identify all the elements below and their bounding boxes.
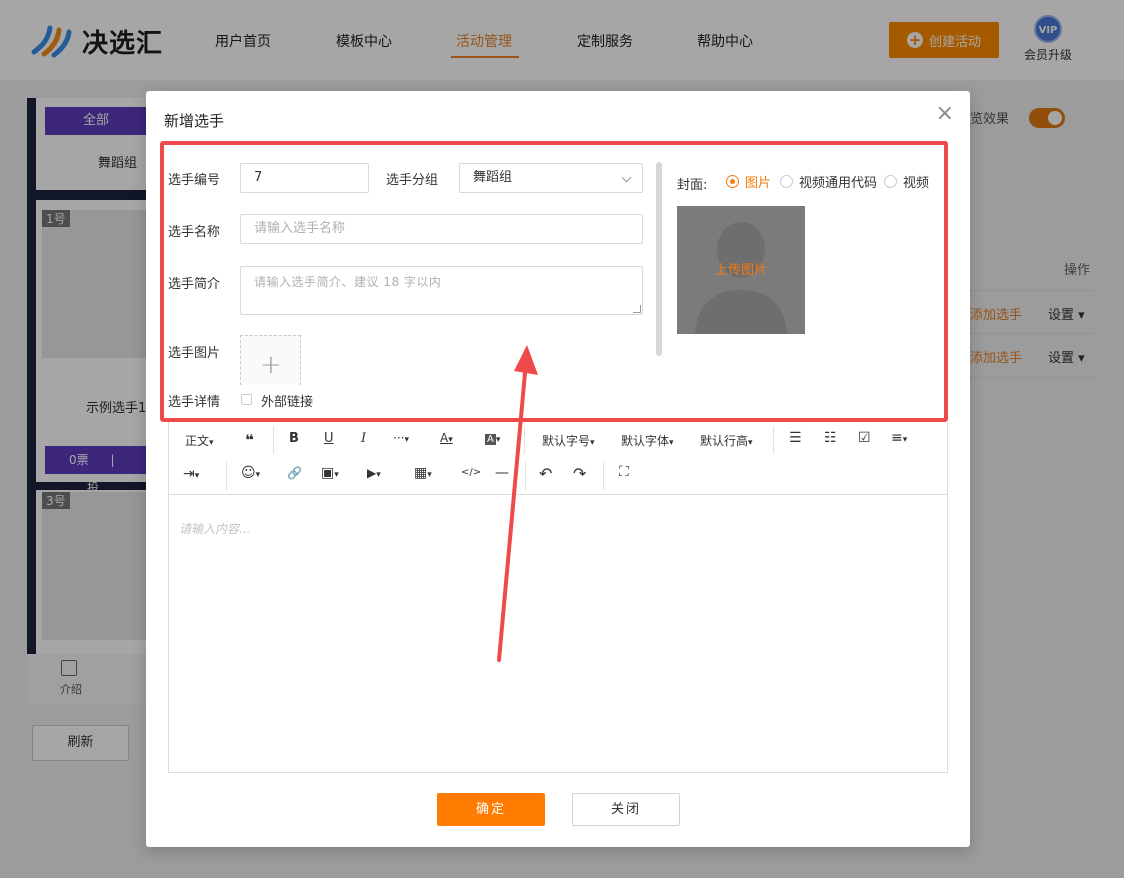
confirm-button[interactable]: 确定: [437, 793, 545, 826]
emoji-glyph: ☺: [241, 465, 256, 481]
align-dropdown-icon[interactable]: ≡▾: [891, 430, 907, 446]
toolbar-separator: [603, 462, 604, 490]
toolbar-separator: [226, 462, 227, 490]
more-format-icon[interactable]: ···▾: [393, 431, 409, 445]
video-glyph: ▶: [367, 466, 377, 480]
emoji-dropdown-icon[interactable]: ☺▾: [241, 465, 260, 481]
bold-icon[interactable]: B: [289, 431, 299, 446]
rich-text-editor: 正文▾ ❝ B U I ···▾ A▾ A ▾ 默认字号▾ 默认字体▾ 默认行高▾…: [168, 422, 948, 773]
close-button[interactable]: 关闭: [572, 793, 680, 826]
dialog-title: 新增选手: [164, 112, 225, 130]
more-format-glyph: ···: [393, 431, 405, 445]
code-icon[interactable]: </>: [461, 467, 481, 478]
redo-icon[interactable]: ↷: [573, 464, 586, 483]
table-glyph: ▦: [414, 465, 428, 481]
toolbar-separator: [525, 462, 526, 490]
font-size-dropdown[interactable]: 默认字号▾: [542, 432, 595, 449]
video-dropdown-icon[interactable]: ▶▾: [367, 466, 381, 480]
divider-icon[interactable]: —: [495, 465, 509, 481]
caret-icon: ▾: [376, 470, 381, 480]
highlight-annotation-box: [160, 141, 948, 422]
background-color-icon[interactable]: A ▾: [485, 431, 500, 445]
line-height-dropdown[interactable]: 默认行高▾: [700, 432, 753, 449]
caret-icon: ▾: [748, 438, 753, 448]
align-glyph: ≡: [891, 430, 903, 446]
caret-icon: ▾: [448, 435, 453, 445]
bg-color-glyph: A: [485, 434, 496, 445]
paragraph-format-label: 正文: [185, 434, 210, 448]
paragraph-format-dropdown[interactable]: 正文▾: [185, 432, 214, 449]
undo-icon[interactable]: ↶: [539, 464, 552, 483]
caret-icon: ▾: [902, 435, 908, 445]
caret-icon: ▾: [669, 438, 674, 448]
caret-icon: ▾: [194, 471, 200, 481]
quote-icon[interactable]: ❝: [245, 431, 254, 449]
todo-list-icon[interactable]: ☑: [858, 430, 871, 446]
font-family-label: 默认字体: [621, 434, 670, 448]
caret-icon: ▾: [255, 470, 261, 480]
fullscreen-icon[interactable]: ⛶: [619, 464, 629, 480]
italic-icon[interactable]: I: [361, 431, 366, 446]
font-size-label: 默认字号: [542, 434, 591, 448]
bullet-list-icon[interactable]: ☰: [789, 430, 802, 446]
image-dropdown-icon[interactable]: ▣▾: [321, 465, 339, 481]
underline-icon[interactable]: U: [324, 431, 334, 446]
indent-glyph: ⇥: [183, 466, 195, 482]
editor-content-area[interactable]: 请输入内容...: [179, 520, 250, 537]
caret-icon: ▾: [427, 470, 432, 480]
toolbar-separator: [273, 426, 274, 454]
add-player-dialog: 新增选手 × 选手编号 7 选手分组 舞蹈组 选手名称 请输入选手名称 选手简介…: [146, 91, 970, 847]
editor-toolbar: 正文▾ ❝ B U I ···▾ A▾ A ▾ 默认字号▾ 默认字体▾ 默认行高▾…: [169, 422, 947, 495]
line-height-label: 默认行高: [700, 434, 749, 448]
font-color-glyph: A: [440, 431, 449, 445]
toolbar-separator: [773, 426, 774, 454]
numbered-list-icon[interactable]: ☷: [824, 430, 837, 446]
caret-icon: ▾: [334, 470, 339, 480]
caret-icon: ▾: [590, 438, 595, 448]
table-dropdown-icon[interactable]: ▦▾: [414, 465, 432, 481]
caret-icon: ▾: [209, 438, 214, 448]
font-color-icon[interactable]: A▾: [440, 431, 453, 445]
font-family-dropdown[interactable]: 默认字体▾: [621, 432, 674, 449]
indent-dropdown-icon[interactable]: ⇥▾: [183, 466, 199, 482]
close-icon[interactable]: ×: [936, 103, 954, 125]
caret-icon: ▾: [404, 435, 409, 445]
caret-icon: ▾: [495, 435, 501, 445]
link-icon[interactable]: 🔗: [287, 466, 302, 480]
toolbar-separator: [524, 426, 525, 454]
image-glyph: ▣: [321, 465, 335, 481]
